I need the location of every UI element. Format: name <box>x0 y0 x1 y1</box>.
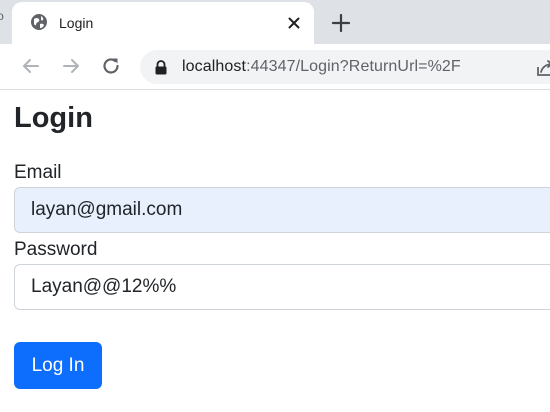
arrow-right-icon[interactable] <box>60 55 82 77</box>
page-title: Login <box>14 102 93 134</box>
tab-strip: ρ Login <box>0 0 550 44</box>
plus-icon[interactable] <box>330 12 352 34</box>
left-edge-glyph: ρ <box>0 9 4 23</box>
address-bar[interactable]: localhost:44347/Login?ReturnUrl=%2F <box>140 50 550 84</box>
email-label: Email <box>14 162 62 183</box>
reload-icon[interactable] <box>100 55 122 77</box>
tab-title: Login <box>59 15 94 31</box>
password-label: Password <box>14 239 98 260</box>
share-icon[interactable] <box>536 59 550 77</box>
url-host: localhost <box>182 58 247 75</box>
close-icon[interactable] <box>284 13 304 33</box>
login-button[interactable]: Log In <box>14 342 102 389</box>
lock-icon[interactable] <box>154 60 168 75</box>
browser-toolbar: localhost:44347/Login?ReturnUrl=%2F <box>0 44 550 90</box>
address-url[interactable]: localhost:44347/Login?ReturnUrl=%2F <box>182 58 461 76</box>
page-content: Login Email Password Log In <box>0 90 550 412</box>
password-field[interactable] <box>14 264 550 310</box>
globe-icon <box>31 14 47 30</box>
browser-tab[interactable]: Login <box>12 2 314 44</box>
arrow-left-icon[interactable] <box>20 55 42 77</box>
url-path: :44347/Login?ReturnUrl=%2F <box>246 58 461 75</box>
email-field[interactable] <box>14 187 550 233</box>
